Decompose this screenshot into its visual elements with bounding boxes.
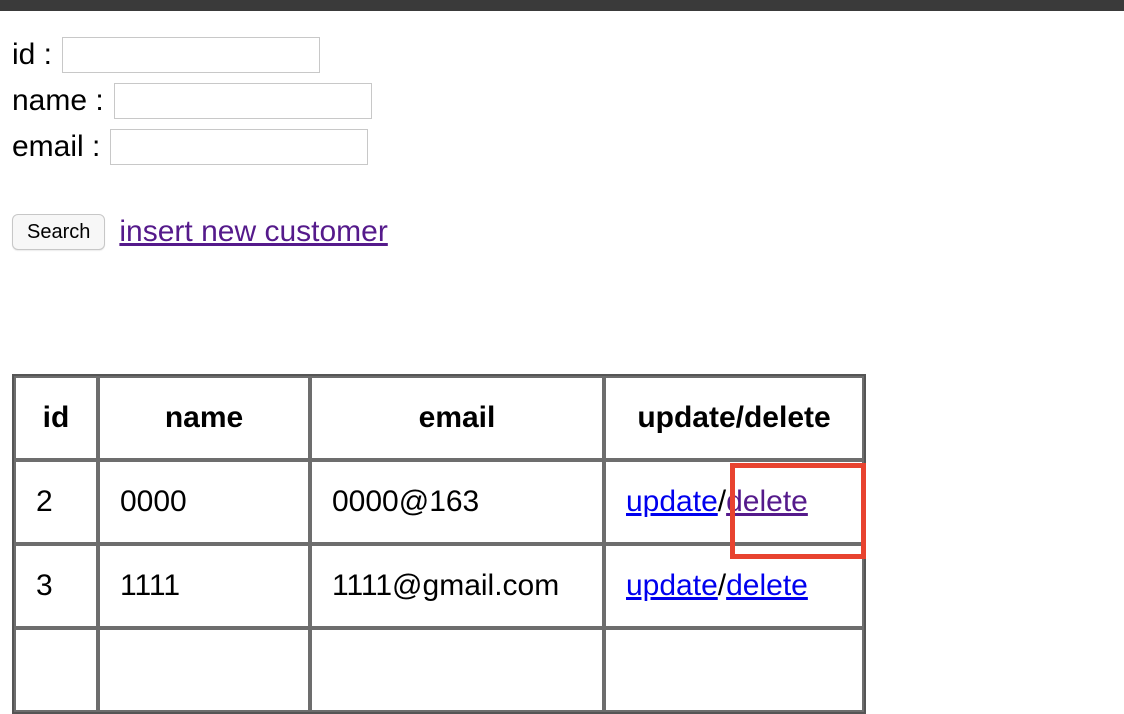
- cell-actions: update/delete: [604, 460, 864, 544]
- email-input[interactable]: [110, 129, 369, 165]
- header-update-delete: update/delete: [604, 376, 864, 460]
- delete-link[interactable]: delete: [726, 569, 808, 602]
- search-form: id : name : email :: [12, 32, 372, 170]
- action-separator: /: [717, 569, 727, 602]
- browser-top-bar: [0, 0, 1124, 11]
- customer-table: id name email update/delete 2 0000 0000@…: [12, 374, 866, 714]
- name-row: name :: [12, 78, 372, 124]
- name-label: name :: [12, 84, 104, 117]
- cell-id: 3: [14, 544, 98, 628]
- insert-customer-link[interactable]: insert new customer: [119, 215, 387, 249]
- table-row: 2 0000 0000@163 update/delete: [14, 460, 864, 544]
- id-input[interactable]: [62, 37, 321, 73]
- header-name: name: [98, 376, 310, 460]
- id-row: id :: [12, 32, 372, 78]
- cell-name: 0000: [98, 460, 310, 544]
- table-row: [14, 628, 864, 712]
- cell-id: 2: [14, 460, 98, 544]
- header-id: id: [14, 376, 98, 460]
- table-row: 3 1111 1111@gmail.com update/delete: [14, 544, 864, 628]
- cell-name: 1111: [98, 544, 310, 628]
- cell-actions: [604, 628, 864, 712]
- email-row: email :: [12, 124, 372, 170]
- cell-email: 0000@163: [310, 460, 604, 544]
- cell-email: [310, 628, 604, 712]
- cell-id: [14, 628, 98, 712]
- id-label: id :: [12, 38, 53, 71]
- cell-actions: update/delete: [604, 544, 864, 628]
- name-input[interactable]: [113, 83, 372, 119]
- update-link[interactable]: update: [626, 485, 718, 518]
- update-link[interactable]: update: [626, 569, 718, 602]
- table-header-row: id name email update/delete: [14, 376, 864, 460]
- search-button[interactable]: Search: [12, 214, 106, 250]
- email-label: email :: [12, 130, 101, 163]
- header-email: email: [310, 376, 604, 460]
- cell-email: 1111@gmail.com: [310, 544, 604, 628]
- delete-link[interactable]: delete: [726, 485, 808, 518]
- actions-bar: Search insert new customer: [12, 214, 388, 250]
- action-separator: /: [717, 485, 727, 518]
- cell-name: [98, 628, 310, 712]
